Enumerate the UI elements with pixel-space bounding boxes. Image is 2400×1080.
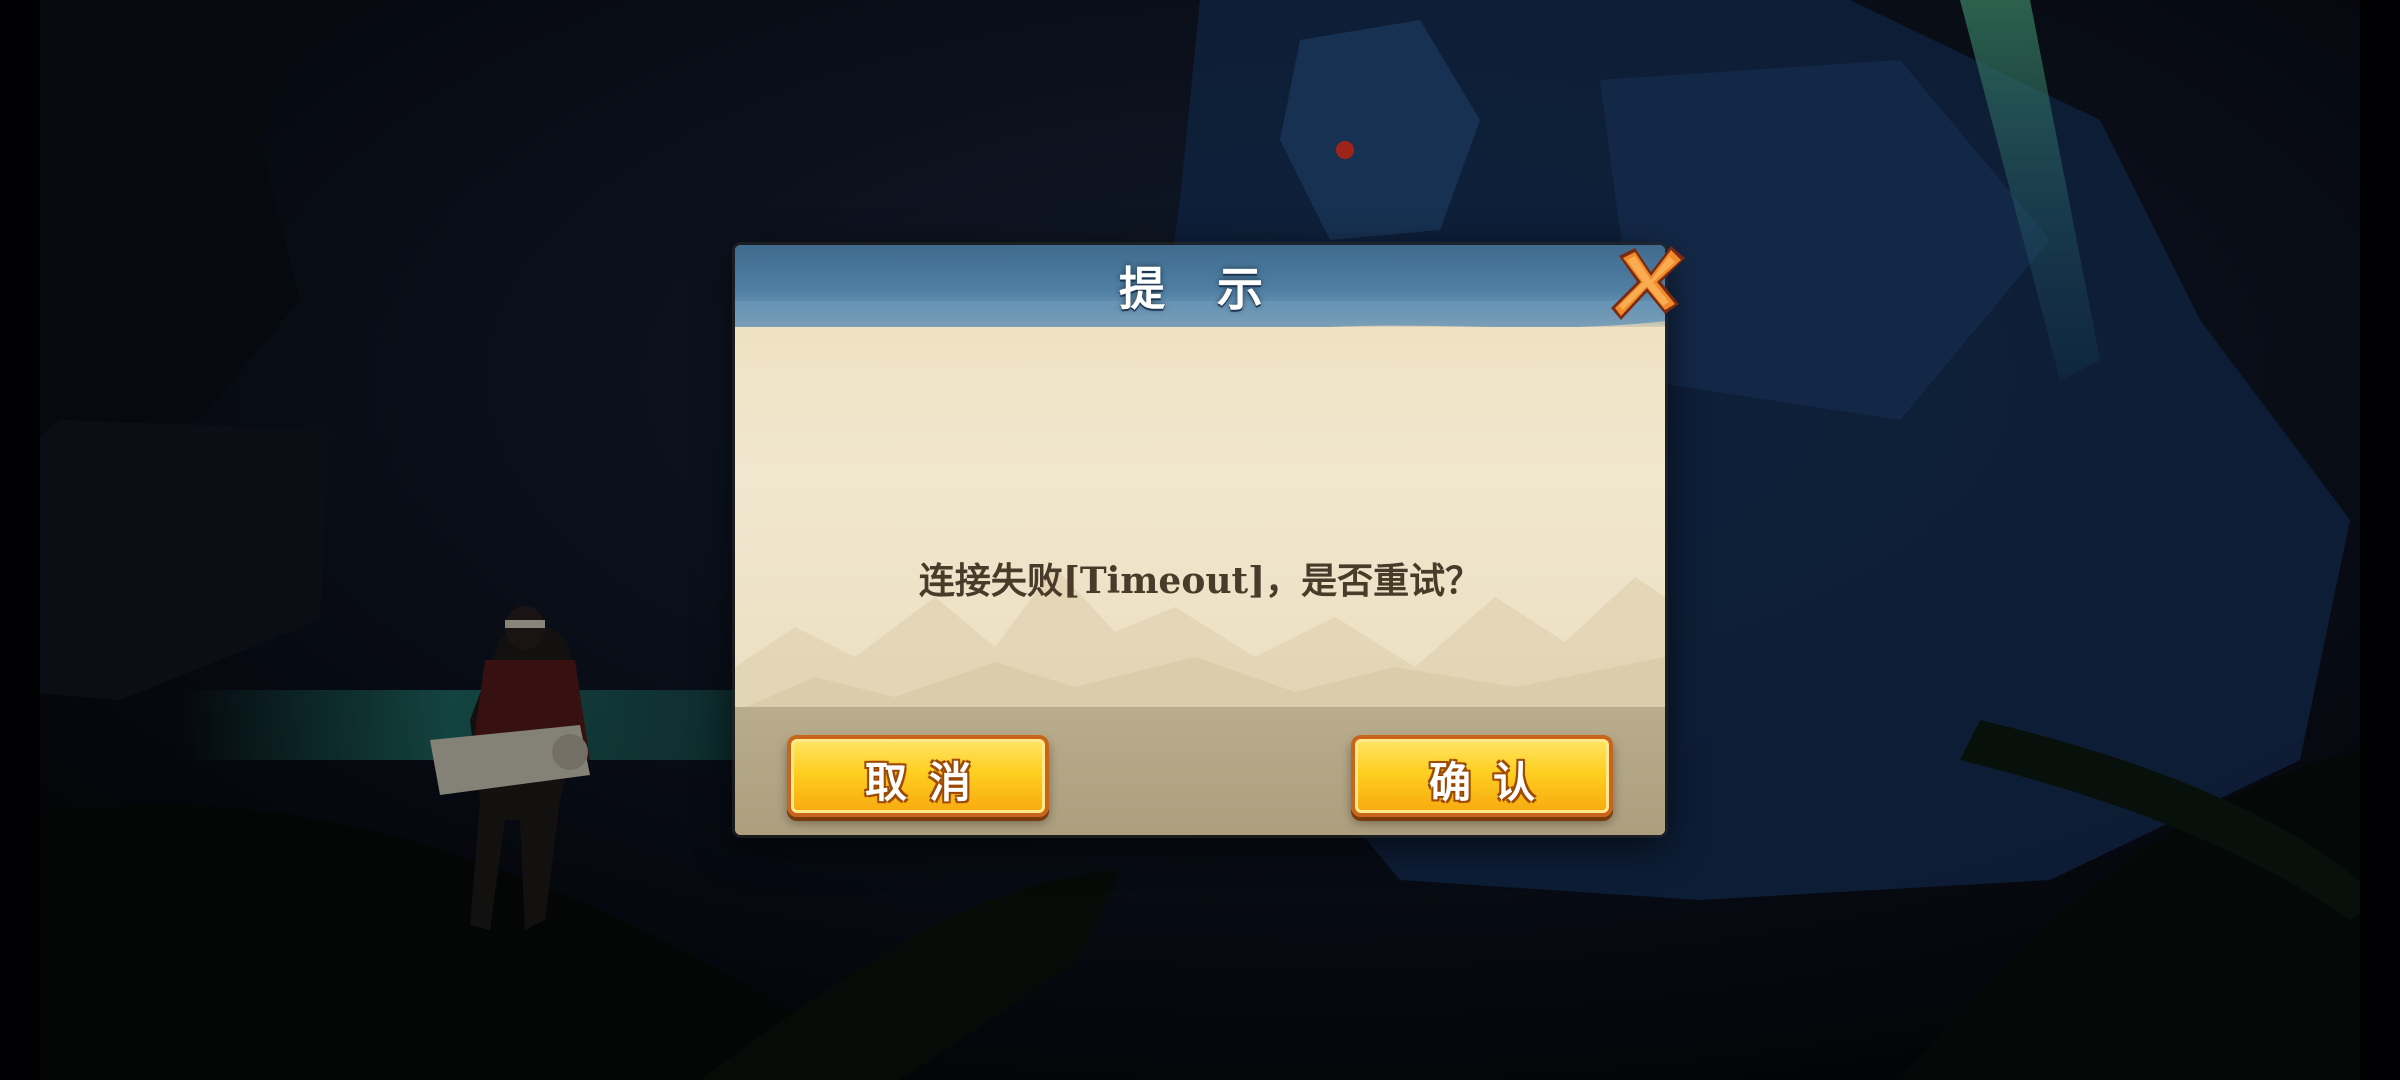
close-x-icon (1611, 246, 1685, 320)
close-button[interactable] (1605, 238, 1691, 324)
dialog-body: 连接失败[Timeout]，是否重试？ (735, 327, 1665, 712)
cancel-button[interactable]: 取消 (787, 735, 1049, 817)
dialog-message: 连接失败[Timeout]，是否重试？ (918, 560, 1482, 602)
dialog-header: 提 示 (735, 245, 1665, 341)
confirm-button[interactable]: 确认 (1351, 735, 1613, 817)
alert-dialog: 提 示 连接失败[Timeout]，是否重试？ 取消 确认 (735, 245, 1665, 835)
game-screen: 提 示 连接失败[Timeout]，是否重试？ 取消 确认 (0, 0, 2400, 1080)
confirm-button-label: 确认 (1428, 758, 1557, 807)
dialog-title: 提 示 (1118, 262, 1281, 316)
cancel-button-label: 取消 (864, 758, 993, 807)
